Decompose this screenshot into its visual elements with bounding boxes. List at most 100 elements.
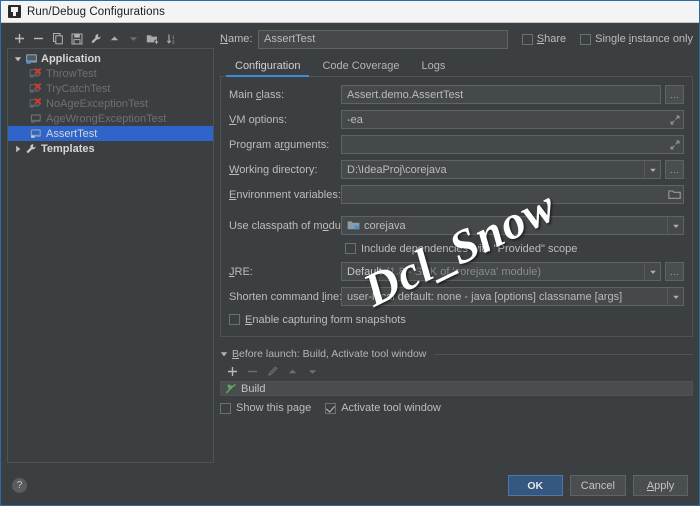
chevron-down-icon[interactable]: [667, 217, 683, 234]
expand-arrows-icon[interactable]: [667, 140, 683, 150]
add-configuration-button[interactable]: [11, 30, 28, 47]
main-class-browse-button[interactable]: ...: [665, 85, 684, 104]
single-instance-label: Single instance only: [595, 33, 693, 45]
tree-node-agewrongexceptiontest[interactable]: AgeWrongExceptionTest: [8, 111, 213, 126]
tree-node-label: AssertTest: [46, 127, 98, 140]
bl-move-down-button[interactable]: [304, 363, 321, 380]
name-row: Name: AssertTest Share Single instance o…: [220, 29, 693, 49]
use-classpath-of-module-value: corejava: [364, 219, 406, 232]
save-configuration-button[interactable]: [68, 30, 85, 47]
working-directory-row: Working directory: D:\IdeaProj\corejava …: [229, 160, 684, 179]
cancel-button[interactable]: Cancel: [569, 475, 626, 496]
enable-form-snapshots-checkbox[interactable]: Enable capturing form snapshots: [229, 312, 684, 327]
expand-arrows-icon[interactable]: [667, 115, 683, 125]
before-launch-toolbar: [220, 362, 693, 380]
class-icon: [29, 113, 43, 125]
pencil-icon[interactable]: [264, 363, 281, 380]
main-class-label: Main class:: [229, 88, 285, 101]
module-icon: [347, 220, 360, 231]
ok-button[interactable]: OK: [507, 475, 563, 496]
configurations-panel: 12 Application ThrowTest TryCatchTest No…: [7, 29, 214, 463]
before-launch-task-list[interactable]: Build: [220, 381, 693, 396]
jre-browse-button[interactable]: ...: [665, 262, 684, 281]
activate-tool-window-checkbox-box[interactable]: [325, 402, 337, 414]
title-bar: Run/Debug Configurations: [1, 1, 699, 23]
bl-remove-button[interactable]: [244, 363, 261, 380]
expand-collapse-icon[interactable]: [12, 55, 24, 63]
class-icon: [29, 128, 43, 140]
tree-node-asserttest[interactable]: AssertTest: [8, 126, 213, 141]
move-down-button[interactable]: [125, 30, 142, 47]
run-debug-configurations-dialog: Run/Debug Configurations 1 2 Application…: [0, 0, 700, 506]
include-provided-scope-checkbox[interactable]: Include dependencies with "Provided" sco…: [229, 241, 684, 256]
create-folder-button[interactable]: [144, 30, 161, 47]
configuration-form: Name: AssertTest Share Single instance o…: [220, 29, 693, 463]
jre-value-detail: (1.8 - SDK of 'corejava' module): [385, 265, 542, 278]
shorten-command-line-row: Shorten command line: user-local default…: [229, 287, 684, 306]
bl-add-button[interactable]: [224, 363, 241, 380]
program-arguments-row: Program arguments:: [229, 135, 684, 154]
tree-node-trycatchtest[interactable]: TryCatchTest: [8, 81, 213, 96]
class-error-icon: [29, 67, 43, 80]
tab-logs[interactable]: Logs: [411, 60, 457, 76]
chevron-down-icon[interactable]: [644, 263, 660, 280]
main-class-input[interactable]: Assert.demo.AssertTest: [341, 85, 661, 104]
jre-label: JRE:: [229, 265, 253, 278]
class-error-icon: [29, 97, 43, 110]
before-launch-header: Before launch: Build, Activate tool wind…: [220, 348, 693, 360]
before-launch-task-label: Build: [241, 382, 266, 395]
program-arguments-input[interactable]: [341, 135, 684, 154]
configurations-tree[interactable]: Application ThrowTest TryCatchTest NoAge…: [7, 48, 214, 463]
single-instance-checkbox[interactable]: Single instance only: [580, 33, 693, 45]
svg-text:2: 2: [172, 39, 175, 44]
working-directory-value: D:\IdeaProj\corejava: [347, 163, 447, 176]
enable-form-snapshots-label: Enable capturing form snapshots: [245, 313, 406, 326]
expand-collapse-icon[interactable]: [12, 145, 24, 153]
application-icon: [24, 53, 38, 65]
tab-configuration[interactable]: Configuration: [224, 60, 311, 77]
environment-variables-label: Environment variables:: [229, 188, 341, 201]
tree-node-templates[interactable]: Templates: [8, 141, 213, 156]
move-up-button[interactable]: [106, 30, 123, 47]
wrench-icon[interactable]: [87, 30, 104, 47]
configuration-tab-panel: Main class: Assert.demo.AssertTest ... V…: [220, 77, 693, 337]
shorten-command-line-value: user-local default: none - java [options…: [347, 290, 623, 303]
help-button[interactable]: ?: [12, 478, 27, 493]
enable-form-snapshots-checkbox-box[interactable]: [229, 314, 240, 325]
tab-code-coverage[interactable]: Code Coverage: [311, 60, 410, 76]
apply-button[interactable]: Apply: [633, 475, 688, 496]
remove-configuration-button[interactable]: [30, 30, 47, 47]
before-launch-title: Before launch: Build, Activate tool wind…: [232, 348, 427, 360]
share-checkbox[interactable]: Share: [521, 33, 566, 45]
folder-icon[interactable]: [665, 189, 683, 200]
show-this-page-checkbox-box[interactable]: [220, 402, 231, 414]
working-directory-input[interactable]: D:\IdeaProj\corejava: [341, 160, 661, 179]
bl-move-up-button[interactable]: [284, 363, 301, 380]
working-directory-browse-button[interactable]: ...: [665, 160, 684, 179]
vm-options-input[interactable]: -ea: [341, 110, 684, 129]
jre-select[interactable]: Default (1.8 - SDK of 'corejava' module): [341, 262, 661, 281]
name-input[interactable]: AssertTest: [258, 29, 508, 49]
before-launch-expander[interactable]: [220, 350, 228, 358]
environment-variables-input[interactable]: [341, 185, 684, 204]
tree-node-label: Application: [41, 52, 101, 65]
shorten-command-line-label: Shorten command line:: [229, 290, 343, 303]
sort-configurations-button[interactable]: 12: [163, 30, 180, 47]
jre-value: Default: [347, 265, 382, 278]
tree-node-throwtest[interactable]: ThrowTest: [8, 66, 213, 81]
copy-configuration-button[interactable]: [49, 30, 66, 47]
dialog-footer: ? OK Cancel Apply: [2, 467, 698, 504]
tree-node-application[interactable]: Application: [8, 51, 213, 66]
shorten-command-line-select[interactable]: user-local default: none - java [options…: [341, 287, 684, 306]
vm-options-value: -ea: [347, 113, 363, 126]
include-provided-scope-checkbox-box[interactable]: [345, 243, 356, 254]
show-this-page-label: Show this page: [236, 402, 312, 414]
tree-toolbar: 12: [7, 29, 214, 48]
chevron-down-icon[interactable]: [644, 161, 660, 178]
use-classpath-of-module-select[interactable]: corejava: [341, 216, 684, 235]
share-checkbox-box[interactable]: [521, 33, 533, 45]
header-rule: [434, 353, 693, 355]
chevron-down-icon[interactable]: [667, 288, 683, 305]
single-instance-checkbox-box[interactable]: [580, 33, 592, 45]
tree-node-noageexceptiontest[interactable]: NoAgeExceptionTest: [8, 96, 213, 111]
